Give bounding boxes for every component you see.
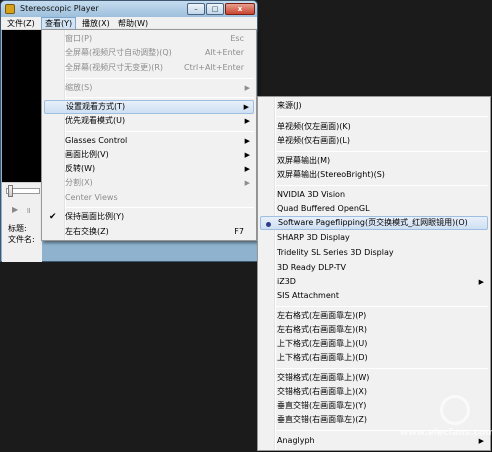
window-title: Stereoscopic Player <box>20 4 99 13</box>
minimize-button[interactable]: – <box>187 3 205 15</box>
filename-label: 文件名: <box>8 235 35 244</box>
menu-item-window[interactable]: 窗口(P) Esc <box>44 32 254 46</box>
app-icon <box>5 4 15 14</box>
submenu-arrow-icon: ▶ <box>244 179 250 187</box>
submenu-item-quad-buffered-opengl[interactable]: Quad Buffered OpenGL <box>260 202 488 216</box>
submenu-arrow-icon: ▶ <box>243 103 249 111</box>
watermark-text: www.elecfans.com <box>400 428 492 438</box>
menu-item-preferred-mode[interactable]: 优先观看模式(U) ▶ <box>44 114 254 128</box>
radio-selected-icon <box>266 222 271 227</box>
submenu-arrow-icon: ▶ <box>244 151 250 159</box>
menu-item-glasses-control[interactable]: Glasses Control ▶ <box>44 134 254 148</box>
menu-item-swap-left-right[interactable]: 左右交换(Z) F7 <box>44 225 254 239</box>
menu-item-fullscreen-auto[interactable]: 全屏幕(视频尺寸自动调整)(Q) Alt+Enter <box>44 46 254 60</box>
playback-controls: ▶ ॥ <box>2 182 42 218</box>
menu-item-split[interactable]: 分割(X) ▶ <box>44 176 254 190</box>
video-area[interactable] <box>2 30 42 182</box>
submenu-arrow-icon: ▶ <box>478 278 484 286</box>
info-panel: 标题: 文件名: <box>2 218 42 262</box>
seek-thumb[interactable] <box>8 185 13 197</box>
submenu-item-mono-left[interactable]: 单视频(仅左画面)(K) <box>260 120 488 134</box>
menu-separator <box>66 207 254 208</box>
submenu-arrow-icon: ▶ <box>244 137 250 145</box>
menu-item-aspect-ratio[interactable]: 画面比例(V) ▶ <box>44 148 254 162</box>
submenu-item-dual-screen[interactable]: 双屏幕输出(M) <box>260 154 488 168</box>
submenu-item-iz3d[interactable]: iZ3D ▶ <box>260 275 488 289</box>
submenu-item-side-by-side-left-first[interactable]: 左右格式(左画面靠左)(P) <box>260 309 488 323</box>
submenu-item-source[interactable]: 来源(J) <box>260 99 488 113</box>
play-icon[interactable]: ▶ <box>12 205 18 214</box>
submenu-item-3d-ready-dlp-tv[interactable]: 3D Ready DLP-TV <box>260 261 488 275</box>
menu-separator <box>66 97 254 98</box>
menu-item-viewing-method[interactable]: 设置观看方式(T) ▶ <box>44 100 254 114</box>
title-label: 标题: <box>8 224 27 233</box>
menu-separator <box>276 151 488 152</box>
menu-separator <box>276 306 488 307</box>
pause-icon[interactable]: ॥ <box>26 205 31 216</box>
menu-item-fullscreen-fixed[interactable]: 全屏幕(视频尺寸无变更)(R) Ctrl+Alt+Enter <box>44 61 254 75</box>
checkmark-icon: ✔ <box>49 212 57 222</box>
menu-separator <box>276 368 488 369</box>
submenu-arrow-icon: ▶ <box>244 84 250 92</box>
menu-separator <box>66 131 254 132</box>
submenu-item-software-pageflipping[interactable]: Software Pageflipping(页交换模式_红网眼镜用)(O) <box>260 216 488 230</box>
submenu-item-over-under-right-top[interactable]: 上下格式(右画面靠上)(D) <box>260 351 488 365</box>
submenu-item-over-under-left-top[interactable]: 上下格式(左画面靠上)(U) <box>260 337 488 351</box>
submenu-item-sis-attachment[interactable]: SIS Attachment <box>260 289 488 303</box>
submenu-arrow-icon: ▶ <box>244 117 250 125</box>
title-bar[interactable]: Stereoscopic Player – □ x <box>1 1 257 17</box>
menu-item-zoom[interactable]: 缩放(S) ▶ <box>44 81 254 95</box>
submenu-item-mono-right[interactable]: 单视频(仅右画面)(L) <box>260 134 488 148</box>
close-button[interactable]: x <box>225 3 255 15</box>
submenu-arrow-icon: ▶ <box>244 165 250 173</box>
view-menu: 窗口(P) Esc 全屏幕(视频尺寸自动调整)(Q) Alt+Enter 全屏幕… <box>41 29 257 241</box>
submenu-item-interlaced-left-top[interactable]: 交错格式(左画面靠上)(W) <box>260 371 488 385</box>
submenu-item-side-by-side-right-first[interactable]: 左右格式(右画面靠左)(R) <box>260 323 488 337</box>
watermark-logo-icon <box>440 395 470 425</box>
menu-separator <box>276 116 488 117</box>
submenu-item-sharp-3d-display[interactable]: SHARP 3D Display <box>260 231 488 245</box>
submenu-item-dual-screen-stereobright[interactable]: 双屏幕输出(StereoBright)(S) <box>260 168 488 182</box>
maximize-button[interactable]: □ <box>206 3 224 15</box>
menu-item-center-views[interactable]: Center Views <box>44 191 254 205</box>
menu-item-keep-aspect[interactable]: ✔ 保持画面比例(Y) <box>44 210 254 224</box>
submenu-item-tridelity-display[interactable]: Tridelity SL Series 3D Display <box>260 246 488 260</box>
menu-separator <box>276 185 488 186</box>
menu-file[interactable]: 文件(Z) <box>4 17 38 30</box>
menu-item-flip[interactable]: 反转(W) ▶ <box>44 162 254 176</box>
menu-separator <box>66 78 254 79</box>
submenu-item-nvidia-3d-vision[interactable]: NVIDIA 3D Vision <box>260 188 488 202</box>
